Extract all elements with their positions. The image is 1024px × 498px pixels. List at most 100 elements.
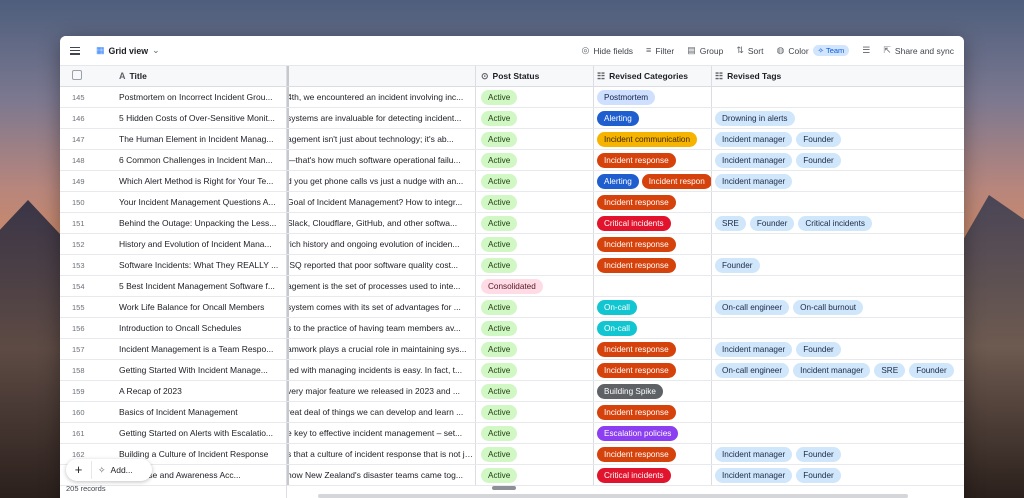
tags-cell[interactable] xyxy=(711,192,964,212)
title-cell[interactable]: Introduction to Oncall Schedules xyxy=(117,323,287,333)
title-cell[interactable]: 5 Hidden Costs of Over-Sensitive Monit..… xyxy=(117,113,287,123)
categories-cell[interactable]: Critical incidents xyxy=(593,213,711,233)
title-cell[interactable]: Software Incidents: What They REALLY ... xyxy=(117,260,287,270)
title-cell[interactable]: Incident Management is a Team Respo... xyxy=(117,344,287,354)
body-cell[interactable]: Slack, Cloudflare, GitHub, and other sof… xyxy=(287,213,475,233)
title-cell[interactable]: Building a Culture of Incident Response xyxy=(117,449,287,459)
tags-cell[interactable]: Incident manager Founder xyxy=(711,465,964,485)
view-switcher[interactable]: ▦ Grid view ⌄ xyxy=(96,46,160,56)
title-cell[interactable]: A Recap of 2023 xyxy=(117,386,287,396)
status-cell[interactable]: Active xyxy=(475,171,593,191)
select-all-checkbox[interactable] xyxy=(72,70,82,80)
tags-cell[interactable] xyxy=(711,423,964,443)
table-row[interactable]: 153 Software Incidents: What They REALLY … xyxy=(60,255,964,276)
status-cell[interactable]: Active xyxy=(475,339,593,359)
add-options-button[interactable]: ✧ Add... xyxy=(92,465,133,475)
group-button[interactable]: ▤ Group xyxy=(687,46,723,56)
body-cell[interactable]: systems are invaluable for detecting inc… xyxy=(287,108,475,128)
categories-cell[interactable]: Escalation policies xyxy=(593,423,711,443)
tags-cell[interactable]: Incident manager xyxy=(711,171,964,191)
table-row[interactable]: 158 Getting Started With Incident Manage.… xyxy=(60,360,964,381)
title-cell[interactable]: Basics of Incident Management xyxy=(117,407,287,417)
categories-cell[interactable]: Incident communication xyxy=(593,129,711,149)
table-row[interactable]: 147 The Human Element in Incident Manag..… xyxy=(60,129,964,150)
title-cell[interactable]: 6 Common Challenges in Incident Man... xyxy=(117,155,287,165)
filter-button[interactable]: ≡ Filter xyxy=(646,46,674,56)
table-row[interactable]: Response and Awareness Acc... how New Zea… xyxy=(60,465,964,486)
body-cell[interactable]: —that's how much software operational fa… xyxy=(287,150,475,170)
title-cell[interactable]: The Human Element in Incident Manag... xyxy=(117,134,287,144)
status-cell[interactable]: Active xyxy=(475,444,593,464)
body-cell[interactable]: ted with managing incidents is easy. In … xyxy=(287,360,475,380)
add-record-button[interactable]: + xyxy=(66,461,92,479)
title-cell[interactable]: Your Incident Management Questions A... xyxy=(117,197,287,207)
tags-cell[interactable]: Incident manager Founder xyxy=(711,129,964,149)
body-cell[interactable]: d you get phone calls vs just a nudge wi… xyxy=(287,171,475,191)
body-cell[interactable]: how New Zealand's disaster teams came to… xyxy=(287,465,475,485)
tags-cell[interactable] xyxy=(711,318,964,338)
body-cell[interactable]: 4th, we encountered an incident involvin… xyxy=(287,87,475,107)
categories-cell[interactable]: Incident response xyxy=(593,234,711,254)
title-cell[interactable]: Getting Started on Alerts with Escalatio… xyxy=(117,428,287,438)
table-row[interactable]: 149 Which Alert Method is Right for Your … xyxy=(60,171,964,192)
tags-cell[interactable] xyxy=(711,276,964,296)
body-cell[interactable]: ISQ reported that poor software quality … xyxy=(287,255,475,275)
categories-cell[interactable]: Incident response xyxy=(593,192,711,212)
tags-column-header[interactable]: ☷ Revised Tags xyxy=(711,66,964,86)
title-column-header[interactable]: A Title xyxy=(117,71,287,81)
title-cell[interactable]: History and Evolution of Incident Mana..… xyxy=(117,239,287,249)
status-cell[interactable]: Active xyxy=(475,87,593,107)
table-row[interactable]: 152 History and Evolution of Incident Man… xyxy=(60,234,964,255)
body-column-header[interactable] xyxy=(287,66,475,86)
table-row[interactable]: 154 5 Best Incident Management Software f… xyxy=(60,276,964,297)
table-row[interactable]: 159 A Recap of 2023 very major feature we … xyxy=(60,381,964,402)
categories-cell[interactable]: Incident response xyxy=(593,150,711,170)
tags-cell[interactable]: Drowning in alerts xyxy=(711,108,964,128)
body-cell[interactable]: agement isn't just about technology; it'… xyxy=(287,129,475,149)
color-button[interactable]: ◍ Color ✧ Team xyxy=(776,45,850,56)
share-sync-button[interactable]: ⇱ Share and sync xyxy=(883,46,954,56)
tags-cell[interactable] xyxy=(711,87,964,107)
tags-cell[interactable] xyxy=(711,381,964,401)
categories-cell[interactable]: Incident response xyxy=(593,339,711,359)
body-cell[interactable]: system comes with its set of advantages … xyxy=(287,297,475,317)
body-cell[interactable]: e key to effective incident management –… xyxy=(287,423,475,443)
scroll-handle[interactable] xyxy=(492,486,516,490)
table-row[interactable]: 148 6 Common Challenges in Incident Man..… xyxy=(60,150,964,171)
categories-cell[interactable]: Incident response xyxy=(593,402,711,422)
categories-cell[interactable]: Alerting xyxy=(593,108,711,128)
table-row[interactable]: 151 Behind the Outage: Unpacking the Less… xyxy=(60,213,964,234)
table-row[interactable]: 160 Basics of Incident Management reat dea… xyxy=(60,402,964,423)
status-cell[interactable]: Active xyxy=(475,465,593,485)
table-row[interactable]: 161 Getting Started on Alerts with Escala… xyxy=(60,423,964,444)
horizontal-scrollbar[interactable] xyxy=(318,494,908,498)
status-cell[interactable]: Active xyxy=(475,402,593,422)
body-cell[interactable]: reat deal of things we can develop and l… xyxy=(287,402,475,422)
status-cell[interactable]: Active xyxy=(475,192,593,212)
menu-icon[interactable] xyxy=(70,46,80,55)
title-cell[interactable]: Postmortem on Incorrect Incident Grou... xyxy=(117,92,287,102)
status-cell[interactable]: Active xyxy=(475,255,593,275)
categories-cell[interactable]: Incident response xyxy=(593,444,711,464)
table-row[interactable]: 157 Incident Management is a Team Respo..… xyxy=(60,339,964,360)
table-row[interactable]: 146 5 Hidden Costs of Over-Sensitive Moni… xyxy=(60,108,964,129)
categories-cell[interactable]: Building Spike xyxy=(593,381,711,401)
status-cell[interactable]: Active xyxy=(475,381,593,401)
categories-cell[interactable]: On-call xyxy=(593,297,711,317)
categories-cell[interactable]: Incident response xyxy=(593,360,711,380)
body-cell[interactable]: amwork plays a crucial role in maintaini… xyxy=(287,339,475,359)
status-cell[interactable]: Active xyxy=(475,234,593,254)
tags-cell[interactable]: On-call engineer Incident manager SRE Found… xyxy=(711,360,964,380)
table-row[interactable]: 145 Postmortem on Incorrect Incident Grou… xyxy=(60,87,964,108)
table-row[interactable]: 155 Work Life Balance for Oncall Members s… xyxy=(60,297,964,318)
status-cell[interactable]: Active xyxy=(475,108,593,128)
categories-column-header[interactable]: ☷ Revised Categories xyxy=(593,66,711,86)
categories-cell[interactable]: On-call xyxy=(593,318,711,338)
status-cell[interactable]: Active xyxy=(475,129,593,149)
tags-cell[interactable] xyxy=(711,234,964,254)
categories-cell[interactable] xyxy=(593,276,711,296)
status-cell[interactable]: Active xyxy=(475,297,593,317)
title-cell[interactable]: Which Alert Method is Right for Your Te.… xyxy=(117,176,287,186)
tags-cell[interactable]: On-call engineer On-call burnout xyxy=(711,297,964,317)
status-cell[interactable]: Active xyxy=(475,213,593,233)
